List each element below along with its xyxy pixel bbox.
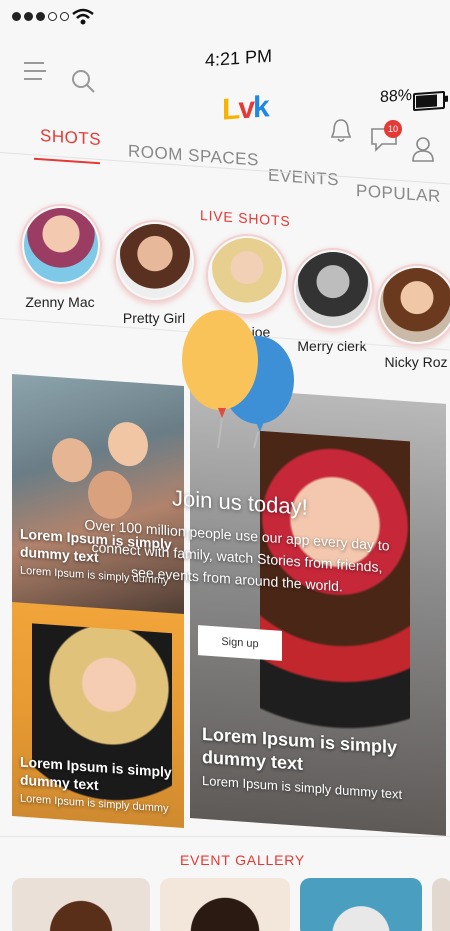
avatar xyxy=(296,252,370,326)
notification-badge: 10 xyxy=(384,120,402,138)
story-name: Nicky Roz xyxy=(384,354,448,370)
balloons-illustration xyxy=(182,310,294,448)
story-item[interactable]: Zenny Mac xyxy=(20,204,102,310)
event-card[interactable] xyxy=(300,878,422,931)
user-profile-icon[interactable] xyxy=(412,136,434,162)
avatar xyxy=(210,238,284,312)
event-divider xyxy=(0,836,450,837)
feed-card[interactable]: Lorem Ipsum is simply dummy text Lorem I… xyxy=(190,386,446,836)
phone-screen: 4:21 PM 88% Lvk 10 SHOTS ROOM SPACES EVE… xyxy=(0,0,450,931)
card-image xyxy=(108,420,148,468)
event-card[interactable] xyxy=(160,878,290,931)
tab-shots[interactable]: SHOTS xyxy=(40,126,101,150)
card-image xyxy=(88,469,132,521)
avatar xyxy=(380,268,450,342)
story-item[interactable]: Nicky Roz xyxy=(376,264,450,370)
wifi-icon xyxy=(72,8,94,25)
battery-icon xyxy=(413,90,445,112)
battery-percentage: 88% xyxy=(380,86,413,107)
card-image xyxy=(260,430,410,772)
signal-strength-icon xyxy=(12,12,69,21)
event-card[interactable] xyxy=(12,878,150,931)
card-image xyxy=(52,436,92,484)
hamburger-menu-icon[interactable] xyxy=(24,62,46,82)
avatar xyxy=(24,208,98,282)
event-gallery-title: EVENT GALLERY xyxy=(180,852,306,868)
app-logo[interactable]: Lvk xyxy=(222,90,268,127)
avatar xyxy=(118,224,192,298)
tab-popular[interactable]: POPULAR xyxy=(356,181,441,207)
status-time: 4:21 PM xyxy=(205,45,273,71)
story-item[interactable]: Merry clerk xyxy=(292,248,374,354)
story-name: Zenny Mac xyxy=(25,294,95,310)
bell-icon[interactable] xyxy=(330,118,352,144)
tab-events[interactable]: EVENTS xyxy=(268,166,339,191)
search-icon[interactable] xyxy=(70,68,96,94)
live-shots-title: LIVE SHOTS xyxy=(200,206,291,230)
feed-card[interactable]: Lorem Ipsum is simply dummy text Lorem I… xyxy=(12,602,184,829)
signup-button[interactable]: Sign up xyxy=(198,625,282,661)
event-card[interactable] xyxy=(432,878,450,931)
